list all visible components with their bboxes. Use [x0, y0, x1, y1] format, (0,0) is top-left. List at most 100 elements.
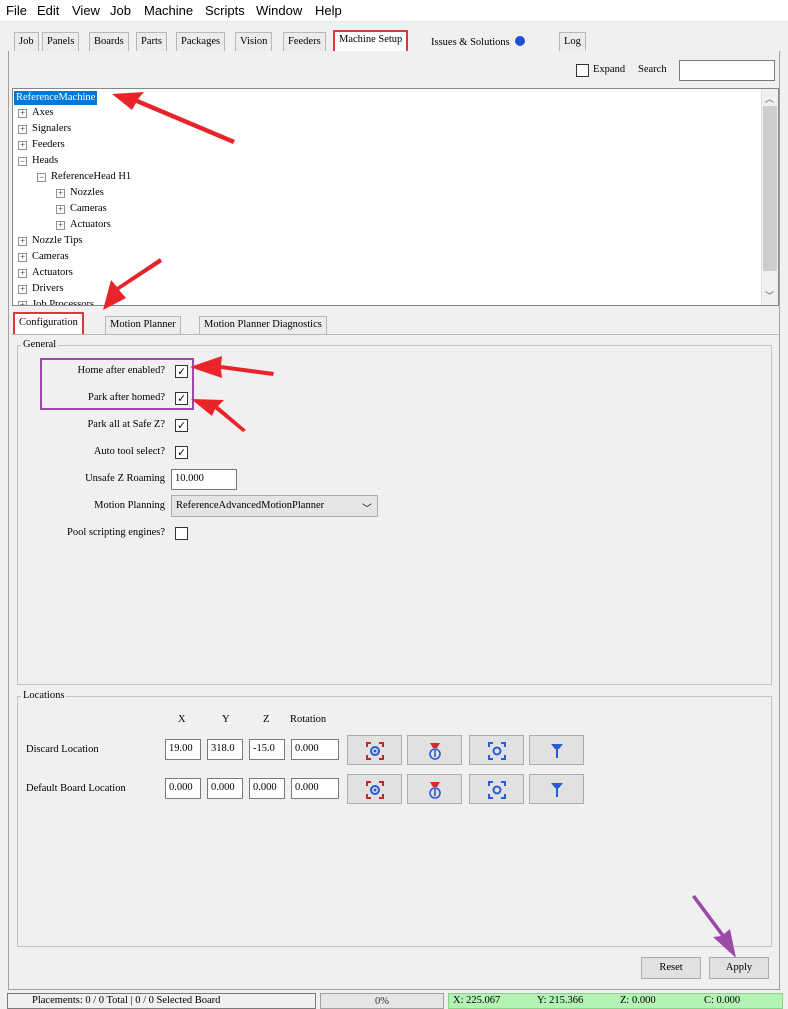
menu-view[interactable]: View	[72, 3, 100, 18]
home-after-enabled-checkbox[interactable]: ✓	[175, 365, 188, 378]
tree-item-heads[interactable]: Heads	[32, 154, 58, 168]
status-placements: Placements: 0 / 0 Total | 0 / 0 Selected…	[32, 995, 221, 1006]
position-camera-icon	[488, 781, 506, 799]
expand-plus-icon[interactable]: +	[18, 253, 27, 262]
expand-checkbox[interactable]	[576, 64, 589, 77]
park-after-homed-checkbox[interactable]: ✓	[175, 392, 188, 405]
menu-machine[interactable]: Machine	[144, 3, 193, 18]
menu-job[interactable]: Job	[110, 3, 131, 18]
capture-camera-button[interactable]	[347, 735, 402, 765]
tab-packages[interactable]: Packages	[176, 32, 226, 52]
board-y-input[interactable]: 0.000	[207, 778, 243, 799]
board-rotation-input[interactable]: 0.000	[291, 778, 339, 799]
status-c: C: 0.000	[704, 995, 741, 1006]
expand-plus-icon[interactable]: +	[18, 237, 27, 246]
tree-root-reference-machine[interactable]: ReferenceMachine	[14, 91, 98, 105]
discard-x-input[interactable]: 19.00	[165, 739, 201, 760]
subtab-motion-planner-diagnostics[interactable]: Motion Planner Diagnostics	[199, 316, 327, 334]
menu-bar: File Edit View Job Machine Scripts Windo…	[0, 0, 788, 22]
expand-plus-icon[interactable]: +	[18, 269, 27, 278]
discard-y-input[interactable]: 318.0	[207, 739, 243, 760]
tab-vision[interactable]: Vision	[235, 32, 273, 52]
apply-button[interactable]: Apply	[709, 957, 769, 979]
machine-tree[interactable]: ReferenceMachine + Axes + Signalers + Fe…	[12, 88, 779, 306]
tab-panels[interactable]: Panels	[42, 32, 80, 52]
tab-feeders[interactable]: Feeders	[283, 32, 326, 52]
menu-window[interactable]: Window	[256, 3, 302, 18]
scroll-up-icon[interactable]: ︿	[765, 92, 774, 105]
scroll-down-icon[interactable]: ﹀	[765, 289, 774, 302]
issues-indicator-icon	[515, 36, 526, 46]
collapse-minus-icon[interactable]: −	[18, 157, 27, 166]
tree-item-nozzle-tips[interactable]: Nozzle Tips	[32, 234, 82, 248]
motion-planning-label: Motion Planning	[94, 500, 165, 511]
expand-plus-icon[interactable]: +	[18, 301, 27, 305]
tree-item-axes[interactable]: Axes	[32, 106, 54, 120]
menu-scripts[interactable]: Scripts	[205, 3, 245, 18]
capture-tool-button[interactable]	[407, 735, 462, 765]
motion-planning-select[interactable]: ReferenceAdvancedMotionPlanner ﹀	[171, 495, 378, 517]
expand-plus-icon[interactable]: +	[18, 109, 27, 118]
auto-tool-select-label: Auto tool select?	[93, 446, 165, 457]
discard-rotation-input[interactable]: 0.000	[291, 739, 339, 760]
search-label: Search	[638, 64, 667, 75]
expand-plus-icon[interactable]: +	[56, 205, 65, 214]
status-progress-text: 0%	[375, 996, 389, 1007]
tree-item-head-nozzles[interactable]: Nozzles	[70, 186, 104, 200]
col-header-z: Z	[263, 714, 270, 725]
menu-file[interactable]: File	[6, 3, 27, 18]
auto-tool-select-checkbox[interactable]: ✓	[175, 446, 188, 459]
tree-item-actuators[interactable]: Actuators	[32, 266, 73, 280]
locations-group-title: Locations	[21, 690, 67, 701]
tree-item-reference-head[interactable]: ReferenceHead H1	[51, 170, 131, 184]
status-coordinates: X: 225.067 Y: 215.366 Z: 0.000 C: 0.000	[448, 993, 783, 1009]
general-group-title: General	[21, 339, 59, 350]
position-camera-icon	[488, 742, 506, 760]
tab-job[interactable]: Job	[14, 32, 39, 52]
board-x-input[interactable]: 0.000	[165, 778, 201, 799]
capture-tool-icon	[429, 743, 441, 760]
tree-scrollbar[interactable]: ︿ ﹀	[761, 89, 778, 305]
position-camera-button[interactable]	[469, 774, 524, 804]
tab-boards[interactable]: Boards	[89, 32, 129, 52]
tab-machine-setup[interactable]: Machine Setup	[333, 30, 409, 52]
capture-camera-button[interactable]	[347, 774, 402, 804]
col-header-rotation: Rotation	[290, 714, 327, 725]
expand-plus-icon[interactable]: +	[18, 141, 27, 150]
reset-button[interactable]: Reset	[641, 957, 701, 979]
discard-z-input[interactable]: -15.0	[249, 739, 285, 760]
tree-item-drivers[interactable]: Drivers	[32, 282, 64, 296]
park-all-safe-z-checkbox[interactable]: ✓	[175, 419, 188, 432]
board-z-input[interactable]: 0.000	[249, 778, 285, 799]
collapse-minus-icon[interactable]: −	[37, 173, 46, 182]
menu-edit[interactable]: Edit	[37, 3, 59, 18]
tab-parts[interactable]: Parts	[136, 32, 167, 52]
pool-scripting-checkbox[interactable]	[175, 527, 188, 540]
subtab-motion-planner[interactable]: Motion Planner	[105, 316, 181, 334]
position-camera-button[interactable]	[469, 735, 524, 765]
expand-plus-icon[interactable]: +	[56, 221, 65, 230]
tree-item-job-processors[interactable]: Job Processors	[32, 298, 94, 305]
menu-help[interactable]: Help	[315, 3, 342, 18]
tree-item-feeders[interactable]: Feeders	[32, 138, 65, 152]
tree-item-head-actuators[interactable]: Actuators	[70, 218, 111, 232]
expand-plus-icon[interactable]: +	[18, 125, 27, 134]
expand-plus-icon[interactable]: +	[56, 189, 65, 198]
search-input[interactable]	[679, 60, 775, 81]
unsafe-z-roaming-input[interactable]: 10.000	[171, 469, 237, 490]
position-tool-button[interactable]	[529, 774, 584, 804]
status-z: Z: 0.000	[620, 995, 656, 1006]
tree-item-signalers[interactable]: Signalers	[32, 122, 71, 136]
tab-log[interactable]: Log	[559, 32, 586, 52]
tree-item-head-cameras[interactable]: Cameras	[70, 202, 107, 216]
expand-plus-icon[interactable]: +	[18, 285, 27, 294]
capture-tool-button[interactable]	[407, 774, 462, 804]
motion-planning-value: ReferenceAdvancedMotionPlanner	[176, 500, 325, 511]
tab-issues-solutions[interactable]: Issues & Solutions	[426, 32, 530, 52]
tree-scroll-thumb[interactable]	[763, 106, 777, 271]
position-tool-button[interactable]	[529, 735, 584, 765]
subtab-configuration[interactable]: Configuration	[13, 312, 84, 335]
tree-item-cameras[interactable]: Cameras	[32, 250, 69, 264]
col-header-y: Y	[222, 714, 230, 725]
discard-location-label: Discard Location	[26, 744, 99, 755]
